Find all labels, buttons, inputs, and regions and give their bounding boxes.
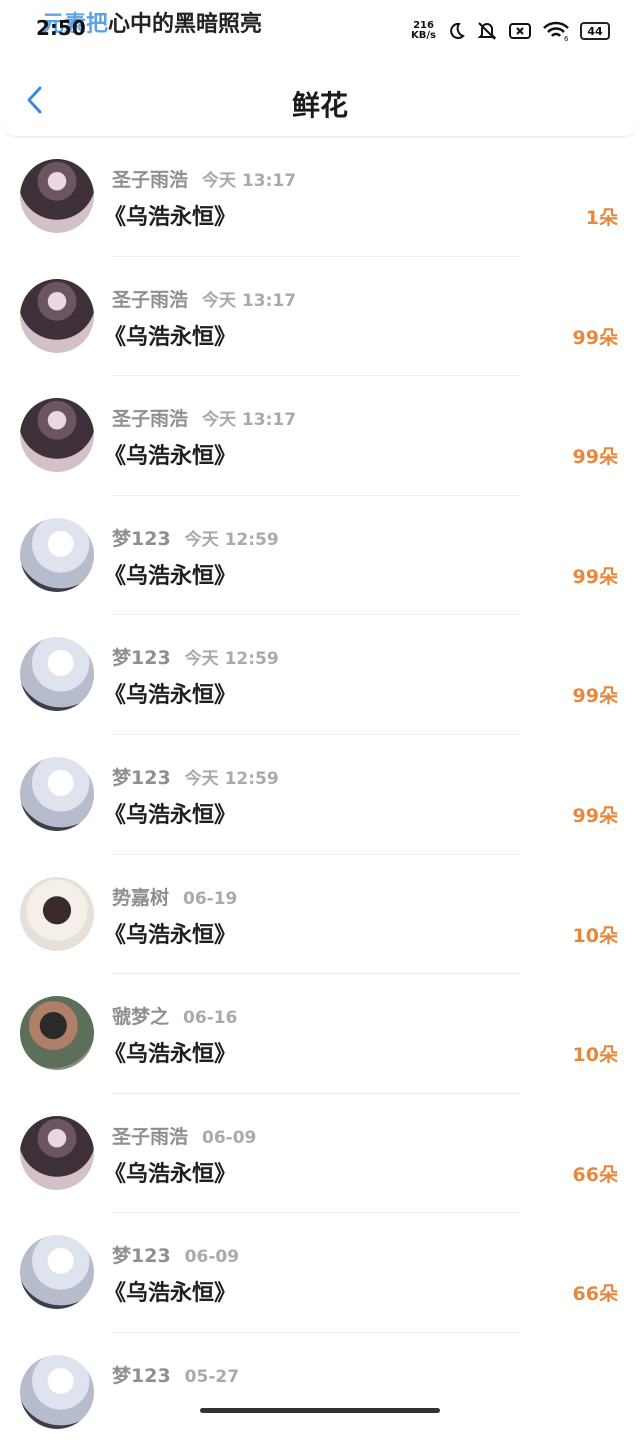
flower-count: 99朵 — [572, 804, 618, 827]
timestamp: 今天 12:59 — [184, 529, 279, 550]
sender-name: 梦123 — [112, 647, 171, 670]
avatar[interactable] — [20, 159, 94, 233]
flower-count: 99朵 — [572, 685, 618, 708]
book-title: 《乌浩永恒》 — [104, 1281, 237, 1307]
mute-icon — [477, 22, 497, 40]
avatar[interactable] — [20, 876, 94, 951]
net-speed: 216 KB/s — [411, 21, 436, 41]
sender-line: 梦123 今天 12:59 — [112, 763, 279, 790]
sender-line: 虢梦之 06-16 — [112, 1002, 237, 1029]
flower-count: 1朵 — [585, 207, 618, 229]
sim-off-icon — [509, 23, 531, 39]
flower-count: 10朵 — [572, 1044, 618, 1067]
list-item[interactable]: 梦123 今天 12:59 《乌浩永恒》 99朵 — [0, 735, 640, 855]
timestamp: 今天 13:17 — [202, 290, 297, 311]
status-bar: 元素把心中的黑暗照亮 2:50 216 KB/s 6 44 — [0, 0, 640, 60]
timestamp: 06-09 — [184, 1247, 240, 1268]
sender-name: 梦123 — [112, 1364, 171, 1387]
list-item[interactable]: 圣子雨浩 今天 13:17 《乌浩永恒》 1朵 — [0, 137, 640, 257]
avatar[interactable] — [20, 637, 94, 712]
book-title: 《乌浩永恒》 — [104, 1042, 237, 1068]
sender-name: 梦123 — [112, 527, 171, 550]
status-time: 2:50 — [36, 16, 86, 40]
timestamp: 06-09 — [202, 1127, 257, 1148]
navigation-header: 鲜花 — [0, 60, 640, 137]
avatar[interactable] — [20, 756, 94, 831]
flower-count: 99朵 — [572, 326, 618, 349]
timestamp: 今天 13:17 — [202, 410, 297, 431]
sender-line: 梦123 今天 12:59 — [112, 643, 279, 670]
avatar[interactable] — [20, 278, 94, 353]
sender-line: 圣子雨浩 06-09 — [112, 1122, 256, 1149]
page-title: 鲜花 — [291, 89, 348, 122]
list-item[interactable]: 梦123 06-09 《乌浩永恒》 66朵 — [0, 1213, 640, 1333]
book-title: 《乌浩永恒》 — [104, 922, 237, 948]
sender-name: 圣子雨浩 — [112, 169, 189, 191]
book-title: 《乌浩永恒》 — [104, 324, 237, 350]
timestamp: 今天 12:59 — [184, 649, 279, 670]
book-title: 《乌浩永恒》 — [104, 205, 237, 230]
list-item[interactable]: 梦123 今天 12:59 《乌浩永恒》 99朵 — [0, 615, 640, 735]
avatar[interactable] — [20, 1235, 94, 1310]
sender-line: 梦123 今天 12:59 — [112, 524, 279, 551]
timestamp: 今天 13:17 — [202, 171, 297, 191]
avatar[interactable] — [20, 398, 94, 473]
sender-name: 圣子雨浩 — [112, 1125, 189, 1148]
timestamp: 今天 12:59 — [184, 768, 279, 789]
avatar[interactable] — [20, 996, 94, 1071]
avatar[interactable] — [20, 1354, 94, 1429]
net-speed-unit: KB/s — [411, 30, 436, 41]
list-item[interactable]: 圣子雨浩 今天 13:17 《乌浩永恒》 99朵 — [0, 376, 640, 496]
marquee-dark-text: 心中的黑暗照亮 — [108, 12, 263, 37]
list-item[interactable]: 梦123 05-27 — [0, 1333, 640, 1453]
list-item[interactable]: 势嘉树 06-19 《乌浩永恒》 10朵 — [0, 855, 640, 975]
sender-name: 圣子雨浩 — [112, 408, 189, 431]
book-title: 《乌浩永恒》 — [104, 563, 237, 589]
sender-line: 圣子雨浩 今天 13:17 — [112, 285, 296, 312]
avatar[interactable] — [20, 1115, 94, 1190]
sender-line: 圣子雨浩 今天 13:17 — [112, 404, 296, 431]
timestamp: 05-27 — [184, 1366, 240, 1387]
svg-text:6: 6 — [564, 35, 569, 42]
flower-count: 99朵 — [572, 446, 618, 469]
list-item[interactable]: 梦123 今天 12:59 《乌浩永恒》 99朵 — [0, 496, 640, 616]
flower-list: 圣子雨浩 今天 13:17 《乌浩永恒》 1朵 圣子雨浩 今天 13:17 《乌浩永… — [0, 137, 640, 1453]
sender-line: 梦123 05-27 — [112, 1361, 239, 1388]
home-indicator[interactable] — [200, 1408, 440, 1413]
flower-count: 10朵 — [572, 924, 618, 947]
sender-line: 梦123 06-09 — [112, 1241, 239, 1268]
avatar[interactable] — [20, 517, 94, 592]
sender-line: 势嘉树 06-19 — [112, 883, 237, 910]
list-item[interactable]: 圣子雨浩 06-09 《乌浩永恒》 66朵 — [0, 1094, 640, 1214]
wifi-icon: 6 — [543, 21, 569, 42]
book-title: 《乌浩永恒》 — [104, 802, 237, 828]
flower-count: 66朵 — [572, 1283, 618, 1306]
list-item[interactable]: 圣子雨浩 今天 13:17 《乌浩永恒》 99朵 — [0, 257, 640, 377]
book-title: 《乌浩永恒》 — [104, 444, 237, 470]
sender-name: 梦123 — [112, 1245, 171, 1268]
sender-name: 势嘉树 — [112, 886, 170, 909]
moon-icon — [450, 22, 465, 39]
book-title: 《乌浩永恒》 — [104, 1161, 237, 1187]
status-icons: 216 KB/s 6 44 — [411, 18, 610, 44]
sender-line: 圣子雨浩 今天 13:17 — [112, 165, 296, 192]
battery-icon: 44 — [580, 22, 610, 40]
timestamp: 06-16 — [183, 1008, 238, 1029]
timestamp: 06-19 — [183, 888, 238, 909]
sender-name: 虢梦之 — [112, 1006, 170, 1029]
flower-count: 66朵 — [572, 1163, 618, 1186]
list-item[interactable]: 虢梦之 06-16 《乌浩永恒》 10朵 — [0, 974, 640, 1094]
sender-name: 圣子雨浩 — [112, 288, 189, 311]
book-title: 《乌浩永恒》 — [104, 683, 237, 709]
sender-name: 梦123 — [112, 766, 171, 789]
flower-count: 99朵 — [572, 565, 618, 588]
